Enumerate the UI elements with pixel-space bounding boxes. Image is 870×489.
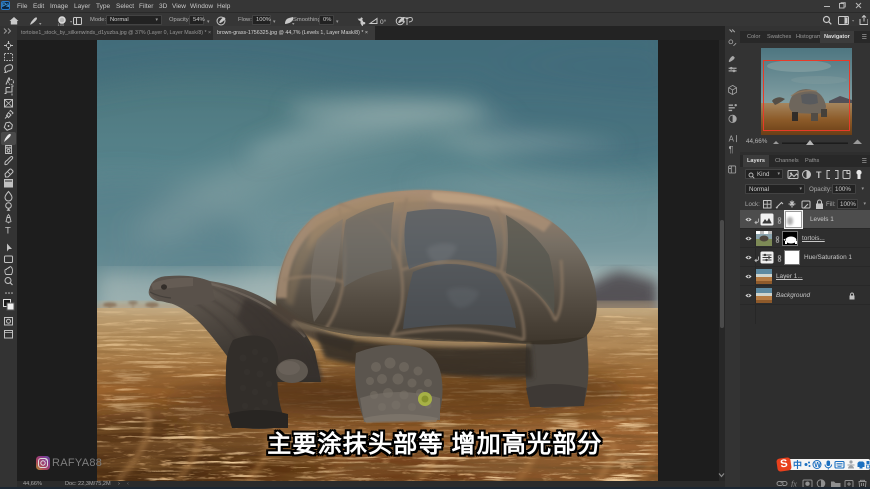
svg-text:T: T [816,170,822,180]
svg-text:中: 中 [793,459,802,470]
svg-text:A: A [729,134,735,143]
svg-text:T: T [5,226,11,237]
svg-text:0°: 0° [380,18,387,26]
svg-text:¶: ¶ [729,145,734,155]
svg-text:W: W [814,462,821,469]
